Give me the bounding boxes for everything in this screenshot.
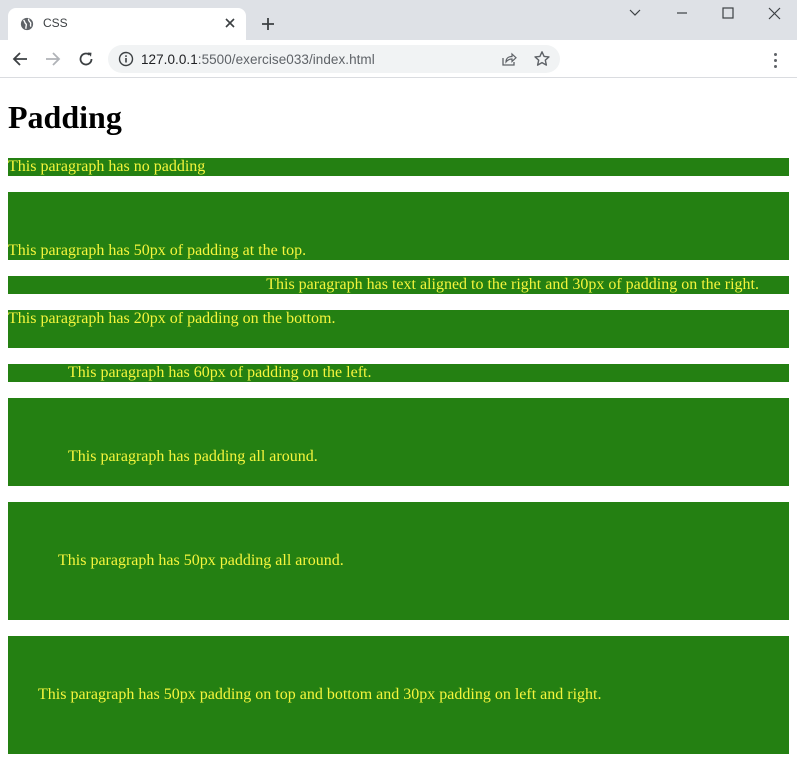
toolbar: 127.0.0.1:5500/exercise033/index.html	[0, 40, 797, 78]
url-path: :5500/exercise033/index.html	[197, 52, 375, 67]
page-heading: Padding	[8, 99, 122, 135]
browser-tab[interactable]: CSS	[8, 8, 246, 40]
paragraph-padding-50-all: This paragraph has 50px padding all arou…	[8, 502, 789, 620]
paragraph-no-padding: This paragraph has no padding	[8, 158, 789, 176]
chevron-down-icon	[629, 9, 641, 16]
forward-button[interactable]	[42, 48, 64, 70]
info-icon[interactable]	[118, 51, 134, 67]
minimize-icon	[677, 12, 687, 14]
url-host: 127.0.0.1	[141, 52, 198, 67]
close-window-button[interactable]	[764, 3, 784, 23]
globe-icon	[20, 17, 34, 31]
plus-icon	[262, 18, 274, 30]
address-bar[interactable]: 127.0.0.1:5500/exercise033/index.html	[108, 45, 560, 73]
paragraph-padding-left: This paragraph has 60px of padding on th…	[8, 364, 789, 382]
share-icon[interactable]	[501, 51, 517, 67]
paragraph-padding-all-around: This paragraph has padding all around.	[8, 398, 789, 486]
page-content: Padding This paragraph has no padding Th…	[0, 78, 797, 770]
minimize-button[interactable]	[672, 3, 692, 23]
tab-title: CSS	[43, 16, 68, 30]
reload-button[interactable]	[75, 48, 97, 70]
bookmark-star-icon[interactable]	[533, 50, 551, 68]
maximize-icon	[722, 7, 734, 19]
close-icon	[768, 7, 780, 19]
tab-search-button[interactable]	[625, 3, 645, 23]
arrow-left-icon	[12, 52, 27, 66]
maximize-button[interactable]	[718, 3, 738, 23]
paragraph-padding-50-30: This paragraph has 50px padding on top a…	[8, 636, 789, 754]
menu-dot	[773, 52, 777, 56]
new-tab-button[interactable]	[257, 13, 279, 35]
reload-icon	[79, 52, 93, 66]
browser-chrome: CSS 127.0.0.1:5500/exercise033/index.htm…	[0, 0, 797, 78]
url-text[interactable]: 127.0.0.1:5500/exercise033/index.html	[141, 52, 375, 67]
paragraph-padding-right: This paragraph has text aligned to the r…	[8, 276, 789, 294]
paragraph-padding-bottom: This paragraph has 20px of padding on th…	[8, 310, 789, 348]
arrow-right-icon	[46, 52, 61, 66]
menu-dot	[773, 58, 777, 62]
back-button[interactable]	[9, 48, 31, 70]
tab-close-icon[interactable]	[222, 15, 238, 31]
browser-menu-button[interactable]	[766, 50, 784, 70]
menu-dot	[773, 64, 777, 68]
paragraph-padding-top: This paragraph has 50px of padding at th…	[8, 192, 789, 260]
